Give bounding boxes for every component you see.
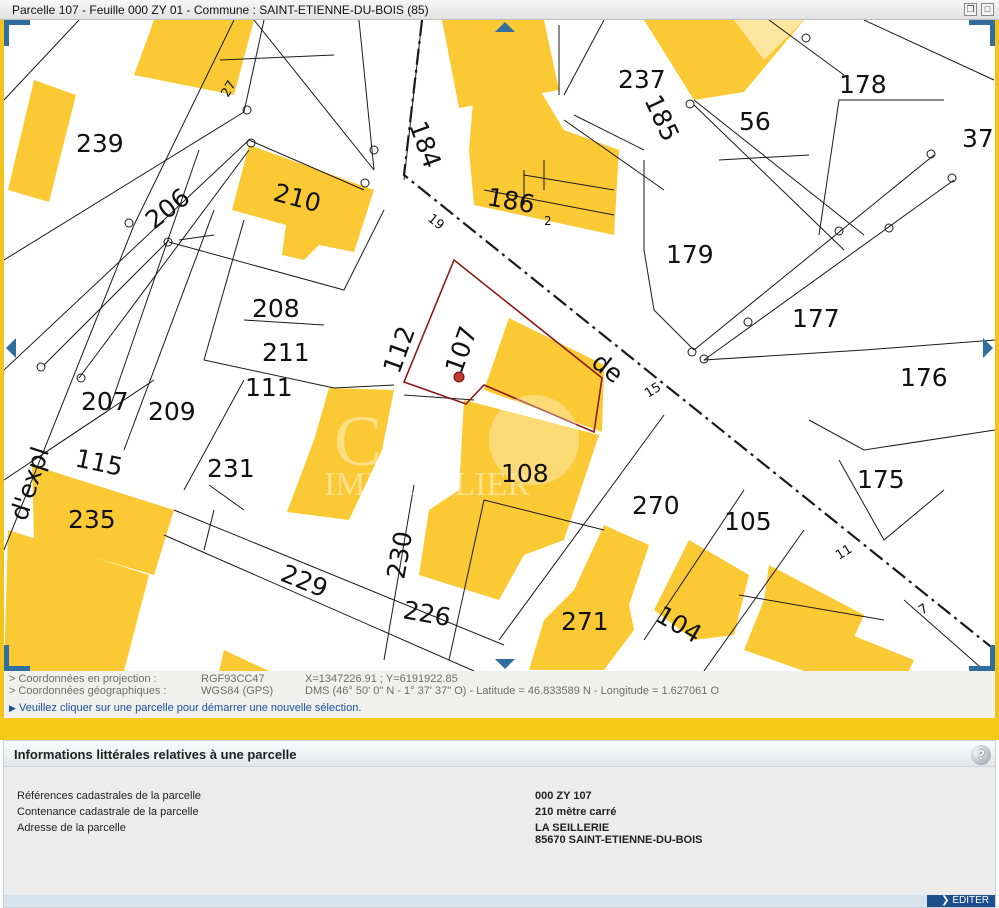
parcel-label: 108 xyxy=(501,459,549,488)
parcel-label: 15 xyxy=(642,380,664,401)
parcel-label: 231 xyxy=(207,454,255,483)
parcel-label: 211 xyxy=(262,338,310,367)
parcel-label: 206 xyxy=(140,182,195,234)
geographic-label: > Coordonnées géographiques : xyxy=(9,685,167,697)
separator-band xyxy=(0,718,999,740)
cadastral-area-value: 210 mètre carré xyxy=(535,806,617,818)
parcel-address-line1: LA SEILLERIE xyxy=(535,822,610,834)
parcel-info-panel: Informations littérales relatives à une … xyxy=(3,740,996,908)
parcel-label: 19 xyxy=(425,211,447,233)
geographic-row: > Coordonnées géographiques : WGS84 (GPS… xyxy=(9,685,989,698)
parcel-label: 185 xyxy=(639,90,685,146)
parcel-label: 271 xyxy=(561,607,609,636)
parcel-label: 179 xyxy=(666,240,714,269)
selection-hint[interactable]: ▶ Veuillez cliquer sur une parcelle pour… xyxy=(9,702,361,714)
projection-value: X=1347226.91 ; Y=6191922.85 xyxy=(305,673,458,685)
parcel-label: 239 xyxy=(76,129,124,158)
parcel-label: 237 xyxy=(618,65,666,94)
cadastral-map[interactable]: C IMMOBILIER 239 206 210 27 208 211 111 … xyxy=(4,20,995,671)
maximize-window-icon[interactable]: □ xyxy=(981,3,994,16)
pan-down-icon[interactable] xyxy=(495,659,515,669)
parcel-label: 270 xyxy=(632,491,680,520)
parcel-label: 56 xyxy=(739,107,771,136)
geographic-system: WGS84 (GPS) xyxy=(201,685,274,697)
projection-system: RGF93CC47 xyxy=(201,673,265,685)
projection-label: > Coordonnées en projection : xyxy=(9,673,157,685)
chevron-right-icon: ❯ xyxy=(941,895,950,906)
play-icon: ▶ xyxy=(9,703,16,713)
parcel-address-label: Adresse de la parcelle xyxy=(17,822,126,834)
parcel-label: 175 xyxy=(857,465,905,494)
parcel-label: 105 xyxy=(724,507,772,536)
edit-bar: ❯ ÉDITER xyxy=(4,895,995,907)
parcel-label: 11 xyxy=(833,542,855,563)
parcel-label: 235 xyxy=(68,505,116,534)
coordinates-bar: > Coordonnées en projection : RGF93CC47 … xyxy=(4,671,995,718)
panel-title: Informations littérales relatives à une … xyxy=(14,747,297,762)
parcel-label: 176 xyxy=(900,363,948,392)
parcel-address-line2: 85670 SAINT-ETIENNE-DU-BOIS xyxy=(535,834,703,846)
selection-hint-text: Veuillez cliquer sur une parcelle pour d… xyxy=(18,702,362,714)
parcel-label: 112 xyxy=(377,322,421,377)
parcel-label: 107 xyxy=(439,322,483,377)
edit-button-label: ÉDITER xyxy=(952,895,989,906)
window-titlebar: Parcelle 107 - Feuille 000 ZY 01 - Commu… xyxy=(0,0,999,20)
window-title: Parcelle 107 - Feuille 000 ZY 01 - Commu… xyxy=(12,3,429,17)
parcel-label: 209 xyxy=(148,397,196,426)
parcel-label: 207 xyxy=(81,387,129,416)
parcel-label: 7 xyxy=(916,601,931,618)
parcel-label: 226 xyxy=(401,595,453,632)
help-icon[interactable]: ? xyxy=(971,745,991,765)
parcel-label: 208 xyxy=(252,294,300,323)
parcel-label: 184 xyxy=(403,117,447,172)
parcel-label: 177 xyxy=(792,304,840,333)
cadastral-map-canvas[interactable]: C IMMOBILIER 239 206 210 27 208 211 111 … xyxy=(4,20,995,671)
pan-right-icon[interactable] xyxy=(983,338,993,358)
parcel-label: 2 xyxy=(544,214,552,228)
cadastral-reference-value: 000 ZY 107 xyxy=(535,790,592,802)
parcel-label: 111 xyxy=(245,373,293,402)
restore-window-icon[interactable]: ❐ xyxy=(964,3,977,16)
cadastral-area-label: Contenance cadastrale de la parcelle xyxy=(17,806,199,818)
parcel-label: 178 xyxy=(839,70,887,99)
parcel-label: 230 xyxy=(381,529,418,581)
map-corner-top-right xyxy=(969,20,995,46)
edit-button[interactable]: ❯ ÉDITER xyxy=(927,895,995,907)
svg-text:IMMOBILIER: IMMOBILIER xyxy=(324,466,530,503)
pan-up-icon[interactable] xyxy=(495,22,515,32)
map-corner-bottom-right xyxy=(969,645,995,671)
parcel-label: 37 xyxy=(962,124,994,153)
pan-left-icon[interactable] xyxy=(6,338,16,358)
parcel-label: 115 xyxy=(73,444,126,482)
map-corner-top-left xyxy=(4,20,30,46)
cadastral-reference-label: Références cadastrales de la parcelle xyxy=(17,790,202,802)
map-corner-bottom-left xyxy=(4,645,30,671)
panel-header: Informations littérales relatives à une … xyxy=(4,741,995,767)
geographic-value: DMS (46° 50' 0" N - 1° 37' 37" O) - Lati… xyxy=(305,685,720,697)
